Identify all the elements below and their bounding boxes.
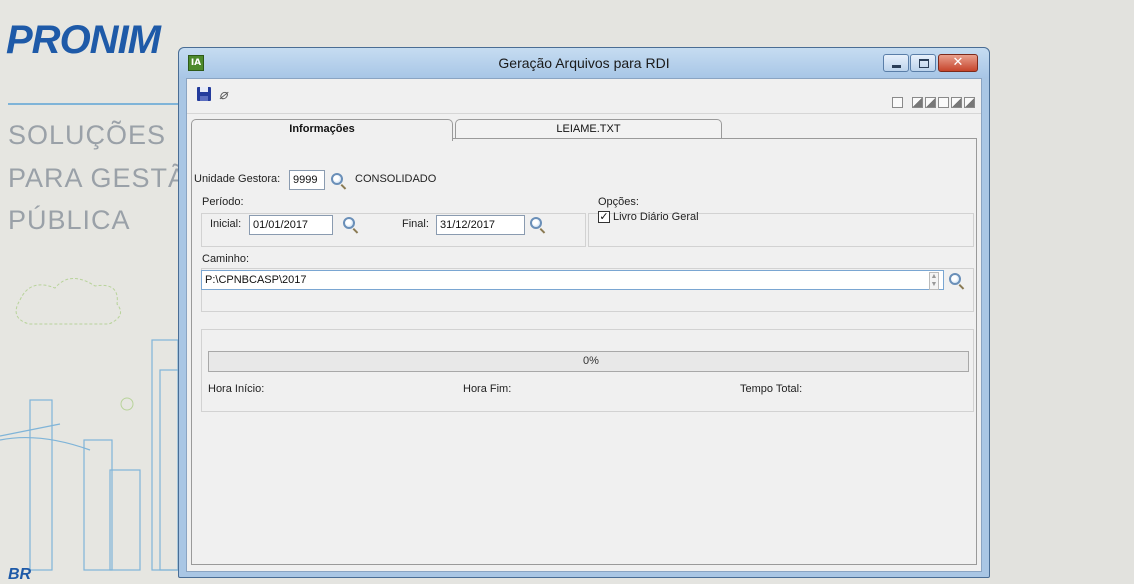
app-window: IA Geração Arquivos para RDI ✕ ⌀ Informa… [178, 47, 990, 578]
hora-inicio-label: Hora Início: [208, 383, 265, 395]
caminho-spin-control[interactable]: ▲ ▼ [929, 272, 939, 290]
caminho-browse-icon[interactable] [949, 273, 961, 285]
livro-diario-label: Livro Diário Geral [613, 211, 699, 223]
layout-option-icon[interactable] [892, 97, 903, 108]
progress-bar: 0% [208, 351, 969, 372]
footer-brand-text: BR [8, 566, 32, 583]
desktop-wallpaper-right [990, 0, 1134, 584]
inicial-label: Inicial: [210, 218, 242, 230]
data-inicial-input[interactable]: 01/01/2017 [249, 215, 333, 235]
layout-topright-icon[interactable] [951, 97, 962, 108]
periodo-label: Período: [202, 196, 244, 208]
unidade-description: CONSOLIDADO [355, 173, 437, 185]
unidade-gestora-input[interactable]: 9999 [289, 170, 325, 190]
progress-percent-text: 0% [583, 355, 599, 367]
tab-informacoes[interactable]: Informações [191, 119, 453, 141]
layout-bottomleft-icon[interactable] [925, 97, 936, 108]
window-title: Geração Arquivos para RDI [498, 55, 670, 71]
hora-fim-label: Hora Fim: [463, 383, 512, 395]
brand-logo-partial: 518 [215, 0, 325, 50]
eraser-icon[interactable]: ⌀ [219, 86, 233, 102]
minimize-button[interactable] [883, 54, 909, 72]
caminho-label: Caminho: [202, 253, 250, 265]
close-button[interactable]: ✕ [938, 54, 978, 72]
window-client-area: ⌀ Informações LEIAME.TXT Unidade Gestora… [186, 78, 982, 572]
tempo-total-label: Tempo Total: [740, 383, 803, 395]
layout-bottomright-icon[interactable] [964, 97, 975, 108]
caminho-input[interactable]: P:\CPNBCASP\2017 [201, 270, 944, 290]
data-inicial-calendar-icon[interactable] [343, 217, 355, 229]
city-illustration [0, 278, 181, 571]
layout-topleft-icon[interactable] [912, 97, 923, 108]
save-icon[interactable] [197, 87, 211, 101]
unidade-gestora-label: Unidade Gestora: [194, 173, 281, 185]
window-titlebar[interactable]: IA Geração Arquivos para RDI ✕ [179, 48, 989, 78]
tab-leiame[interactable]: LEIAME.TXT [455, 119, 722, 139]
livro-diario-checkbox[interactable]: ✓ [598, 211, 610, 223]
data-final-calendar-icon[interactable] [530, 217, 542, 229]
desktop-wallpaper: PRONIM SOLUÇÕES PARA GESTÃ PÚBLICA BR [0, 0, 200, 584]
close-icon: ✕ [952, 55, 964, 70]
tab-panel-informacoes: Unidade Gestora: 9999 CONSOLIDADO Períod… [191, 138, 977, 565]
data-final-input[interactable]: 31/12/2017 [436, 215, 525, 235]
layout-grid-icon[interactable] [938, 97, 949, 108]
toolbar-divider [187, 113, 981, 114]
final-label: Final: [402, 218, 429, 230]
opcoes-label: Opções: [598, 196, 639, 208]
maximize-button[interactable] [910, 54, 936, 72]
unidade-search-icon[interactable] [331, 173, 343, 185]
